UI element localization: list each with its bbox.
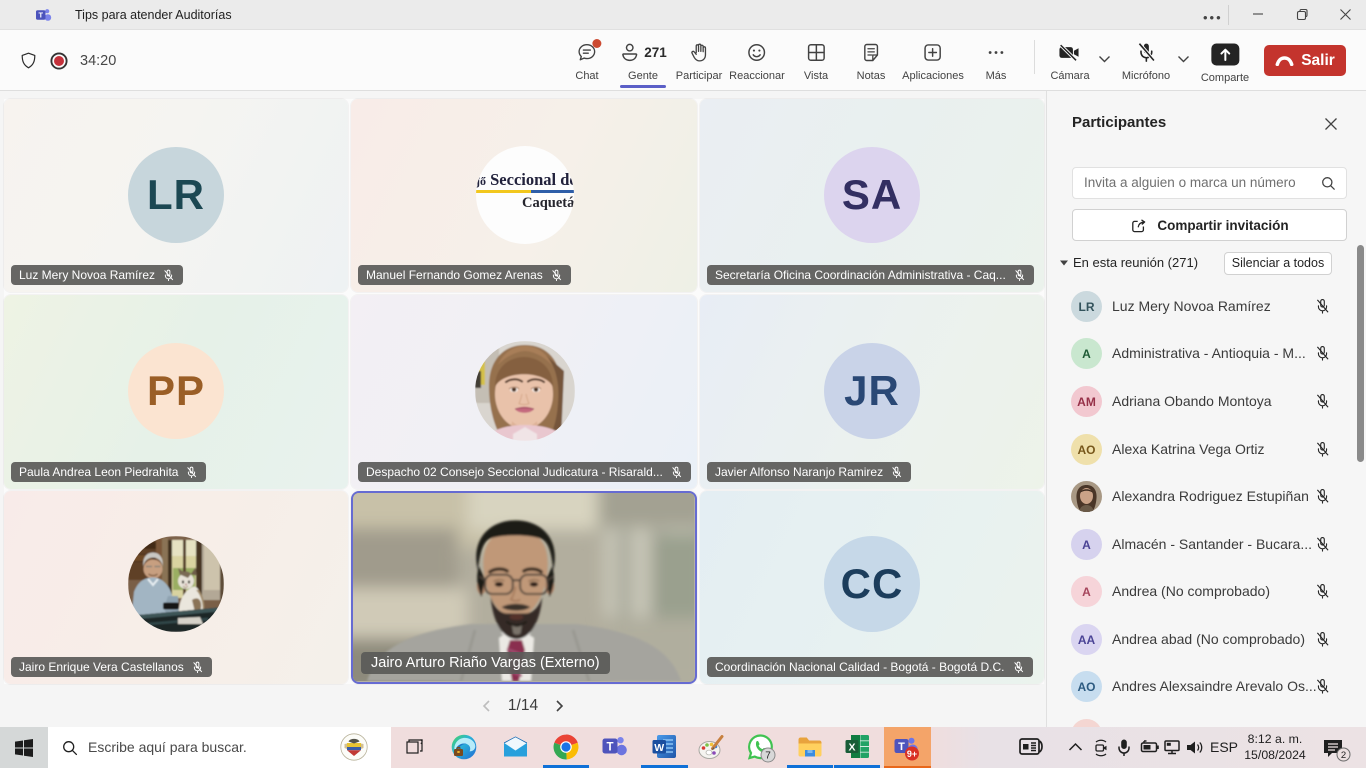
svg-text:7: 7: [765, 751, 771, 762]
svg-text:T: T: [898, 741, 905, 753]
svg-text:9+: 9+: [907, 749, 917, 759]
svg-text:X: X: [848, 742, 855, 754]
svg-text:T: T: [38, 11, 43, 20]
svg-text:2: 2: [1341, 750, 1346, 761]
svg-text:W: W: [654, 742, 664, 754]
svg-text:T: T: [606, 741, 613, 753]
